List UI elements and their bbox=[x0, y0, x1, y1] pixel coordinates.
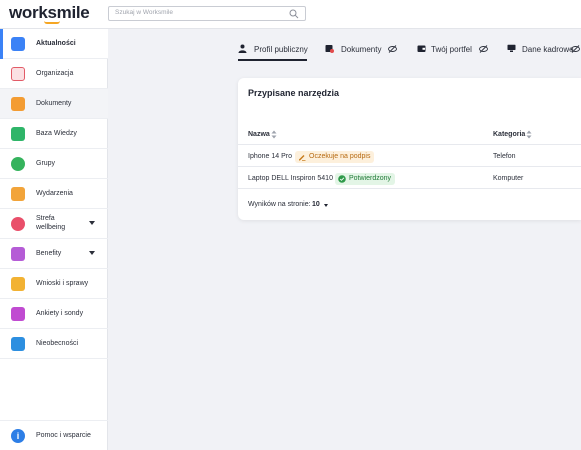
eye-off-icon bbox=[571, 45, 580, 53]
surveys-icon bbox=[11, 307, 25, 321]
sidebar-item-label: Grupy bbox=[36, 160, 56, 167]
news-icon bbox=[11, 37, 25, 51]
divider bbox=[238, 166, 581, 167]
search-icon[interactable] bbox=[289, 9, 299, 19]
sidebar-item-label: Nieobecności bbox=[36, 340, 79, 347]
column-header-name[interactable]: Nazwa bbox=[248, 131, 270, 138]
tab-label: Dane kadrowe bbox=[522, 45, 574, 54]
sidebar-item-label: Wydarzenia bbox=[36, 190, 73, 197]
organization-icon bbox=[11, 67, 25, 81]
status-badge: Potwierdzony bbox=[335, 173, 396, 185]
sidebar-item-label: Dokumenty bbox=[36, 100, 72, 107]
eye-off-icon bbox=[479, 45, 488, 53]
sidebar-item-surveys[interactable]: Ankiety i sondy bbox=[0, 299, 108, 329]
sort-icon[interactable] bbox=[526, 130, 532, 139]
sort-icon[interactable] bbox=[271, 130, 277, 139]
divider bbox=[238, 188, 581, 189]
sidebar-item-requests[interactable]: Wnioski i sprawy bbox=[0, 269, 108, 299]
search-placeholder: Szukaj w Worksmile bbox=[115, 9, 174, 16]
tool-category: Komputer bbox=[493, 175, 524, 182]
sidebar-item-knowledge-base[interactable]: Baza Wiedzy bbox=[0, 119, 108, 149]
tab-wallet[interactable]: Twój portfel bbox=[417, 41, 491, 61]
events-icon bbox=[11, 187, 25, 201]
per-page-select[interactable]: 10 bbox=[312, 201, 320, 208]
tab-hr-data[interactable]: Dane kadrowe bbox=[507, 41, 581, 61]
assigned-tools-card: Przypisane narzędzia Nazwa Kategoria Iph… bbox=[238, 78, 581, 220]
sidebar-item-label: Pomoc i wsparcie bbox=[36, 432, 91, 439]
tab-label: Twój portfel bbox=[431, 45, 472, 54]
tab-label: Profil publiczny bbox=[254, 45, 308, 54]
tool-category: Telefon bbox=[493, 153, 516, 160]
sidebar-item-label: Wnioski i sprawy bbox=[36, 280, 89, 287]
sidebar-item-wellbeing[interactable]: Strefa wellbeing bbox=[0, 209, 108, 239]
per-page-label: Wyników na stronie: bbox=[248, 201, 311, 208]
tab-documents[interactable]: Dokumenty bbox=[325, 41, 399, 61]
column-header-category[interactable]: Kategoria bbox=[493, 131, 525, 138]
tab-public-profile[interactable]: Profil publiczny bbox=[238, 41, 308, 61]
sidebar-item-absences[interactable]: Nieobecności bbox=[0, 329, 108, 359]
document-lock-icon bbox=[325, 45, 334, 53]
documents-icon bbox=[11, 97, 25, 111]
wellbeing-icon bbox=[11, 217, 25, 231]
eye-off-icon bbox=[388, 45, 397, 53]
sidebar-item-news[interactable]: Aktualności bbox=[0, 29, 108, 59]
knowledge-base-icon bbox=[11, 127, 25, 141]
person-icon bbox=[238, 44, 247, 53]
sidebar-item-groups[interactable]: Grupy bbox=[0, 149, 108, 179]
chevron-down-icon[interactable] bbox=[324, 204, 328, 207]
sidebar-item-help[interactable]: i Pomoc i wsparcie bbox=[0, 420, 108, 450]
help-info-icon: i bbox=[11, 429, 25, 443]
sidebar-item-events[interactable]: Wydarzenia bbox=[0, 179, 108, 209]
sidebar-item-label: Aktualności bbox=[36, 40, 76, 47]
sidebar-item-label: Benefity bbox=[36, 250, 62, 257]
tool-name: Laptop DELL Inspiron 5410 bbox=[248, 175, 333, 182]
absences-icon bbox=[11, 337, 25, 351]
worksmile-logo[interactable]: worksmile bbox=[9, 3, 90, 23]
check-circle-icon bbox=[338, 175, 346, 183]
signature-pen-icon bbox=[299, 155, 306, 161]
status-badge: Oczekuje na podpis bbox=[295, 151, 375, 163]
chevron-down-icon[interactable] bbox=[89, 251, 95, 255]
sidebar-item-label: Baza Wiedzy bbox=[36, 130, 77, 137]
sidebar-item-label: Organizacja bbox=[36, 70, 74, 77]
sidebar: Aktualności Organizacja Dokumenty Baza W… bbox=[0, 29, 108, 450]
sidebar-item-label: Ankiety i sondy bbox=[36, 310, 84, 317]
chevron-down-icon[interactable] bbox=[89, 221, 95, 225]
logo-smile-mark bbox=[44, 21, 60, 24]
sidebar-item-organization[interactable]: Organizacja bbox=[0, 59, 108, 89]
tool-name: Iphone 14 Pro bbox=[248, 153, 292, 160]
search-input[interactable]: Szukaj w Worksmile bbox=[108, 6, 306, 21]
benefits-icon bbox=[11, 247, 25, 261]
divider bbox=[238, 144, 581, 145]
hr-data-icon bbox=[507, 44, 516, 52]
card-title: Przypisane narzędzia bbox=[248, 88, 340, 98]
sidebar-item-label: Strefa wellbeing bbox=[36, 215, 66, 231]
sidebar-item-benefits[interactable]: Benefity bbox=[0, 239, 108, 269]
wallet-icon bbox=[417, 45, 426, 52]
groups-icon bbox=[11, 157, 25, 171]
top-bar: worksmile Szukaj w Worksmile bbox=[0, 0, 581, 29]
sidebar-item-documents[interactable]: Dokumenty bbox=[0, 89, 108, 119]
requests-icon bbox=[11, 277, 25, 291]
tab-label: Dokumenty bbox=[341, 45, 382, 54]
